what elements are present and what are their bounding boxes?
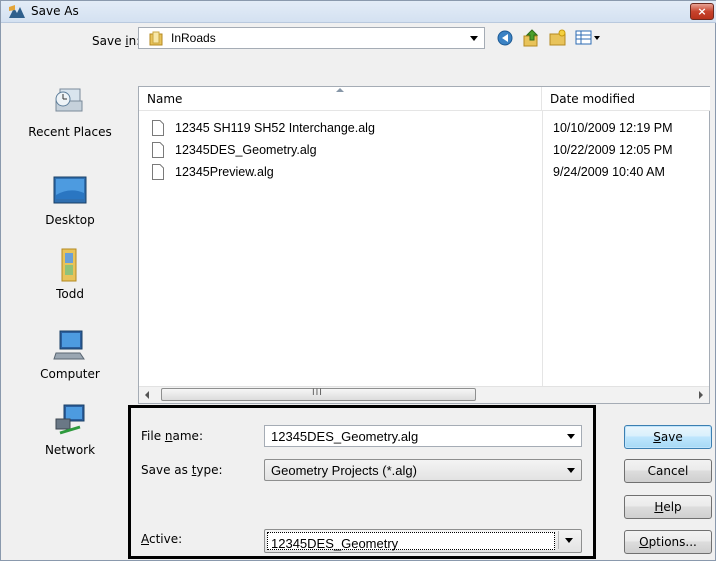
file-name: 12345 SH119 SH52 Interchange.alg	[175, 121, 375, 135]
chevron-down-icon	[565, 538, 573, 543]
horizontal-scrollbar[interactable]: III	[139, 386, 709, 403]
places-bar: Recent Places Desktop Todd Computer Netw…	[9, 85, 131, 525]
back-icon[interactable]	[496, 29, 516, 47]
chevron-down-icon[interactable]	[567, 434, 575, 439]
place-recent-places[interactable]: Recent Places	[9, 85, 131, 139]
file-date: 10/22/2009 12:05 PM	[553, 143, 673, 157]
file-row[interactable]: 12345 SH119 SH52 Interchange.alg 10/10/2…	[139, 118, 710, 140]
place-label: Network	[44, 443, 96, 457]
new-folder-icon[interactable]	[548, 29, 568, 47]
file-name: 12345DES_Geometry.alg	[175, 143, 317, 157]
chevron-down-icon	[470, 36, 478, 41]
column-header-date-modified[interactable]: Date modified	[542, 87, 710, 111]
chevron-down-icon	[567, 468, 575, 473]
place-computer[interactable]: Computer	[9, 327, 131, 381]
place-label: Todd	[56, 287, 84, 301]
save-in-dropdown[interactable]: InRoads	[138, 27, 485, 49]
file-row[interactable]: 12345Preview.alg 9/24/2009 10:40 AM	[139, 162, 710, 184]
file-name-field[interactable]: 12345DES_Geometry.alg	[264, 425, 582, 447]
network-icon	[55, 404, 85, 435]
up-folder-icon[interactable]	[522, 29, 542, 47]
window-title: Save As	[31, 4, 79, 18]
save-as-type-value: Geometry Projects (*.alg)	[271, 463, 417, 478]
scroll-left-icon[interactable]	[145, 391, 149, 399]
file-icon	[152, 120, 164, 136]
sort-ascending-icon	[336, 88, 344, 92]
file-icon	[152, 164, 164, 180]
place-label: Computer	[40, 367, 100, 381]
close-button[interactable]: ×	[690, 3, 714, 20]
place-label: Desktop	[45, 213, 95, 227]
views-menu-icon[interactable]	[575, 29, 603, 47]
save-in-label: Save in:	[92, 34, 141, 48]
computer-icon	[53, 330, 85, 360]
scroll-thumb[interactable]: III	[161, 388, 476, 401]
place-desktop[interactable]: Desktop	[9, 173, 131, 227]
file-name-value: 12345DES_Geometry.alg	[271, 429, 419, 444]
cancel-button[interactable]: Cancel	[624, 459, 712, 483]
app-icon	[9, 5, 25, 18]
file-list[interactable]: Name Date modified 12345 SH119 SH52 Inte…	[138, 86, 710, 404]
file-icon	[152, 142, 164, 158]
save-button[interactable]: Save	[624, 425, 712, 449]
active-select[interactable]: 12345DES_Geometry	[264, 529, 582, 553]
place-label: Recent Places	[28, 125, 112, 139]
scroll-right-icon[interactable]	[699, 391, 703, 399]
desktop-icon	[53, 176, 87, 204]
active-focus-rect: 12345DES_Geometry	[267, 532, 555, 551]
save-in-value: InRoads	[171, 31, 216, 45]
file-row[interactable]: 12345DES_Geometry.alg 10/22/2009 12:05 P…	[139, 140, 710, 162]
file-name: 12345Preview.alg	[175, 165, 274, 179]
grip-icon: III	[312, 388, 323, 398]
save-as-type-label: Save as type:	[141, 463, 223, 477]
help-button[interactable]: Help	[624, 495, 712, 519]
close-icon: ×	[697, 5, 707, 18]
place-network[interactable]: Network	[9, 403, 131, 457]
folder-icon	[149, 31, 163, 46]
save-as-type-select[interactable]: Geometry Projects (*.alg)	[264, 459, 582, 481]
active-dropdown-button[interactable]	[558, 531, 580, 549]
options-button[interactable]: Options...	[624, 530, 712, 554]
user-folder-icon	[61, 248, 77, 282]
recent-places-icon	[55, 88, 83, 112]
file-date: 10/10/2009 12:19 PM	[553, 121, 673, 135]
active-label: Active:	[141, 532, 183, 546]
save-as-dialog: Save As × Save in: InRoads Recent Places…	[0, 0, 716, 561]
column-header-name[interactable]: Name	[139, 87, 542, 111]
title-bar[interactable]: Save As ×	[1, 1, 716, 23]
file-date: 9/24/2009 10:40 AM	[553, 165, 665, 179]
file-name-label: File name:	[141, 429, 203, 443]
active-value: 12345DES_Geometry	[271, 536, 399, 551]
place-todd[interactable]: Todd	[9, 247, 131, 301]
